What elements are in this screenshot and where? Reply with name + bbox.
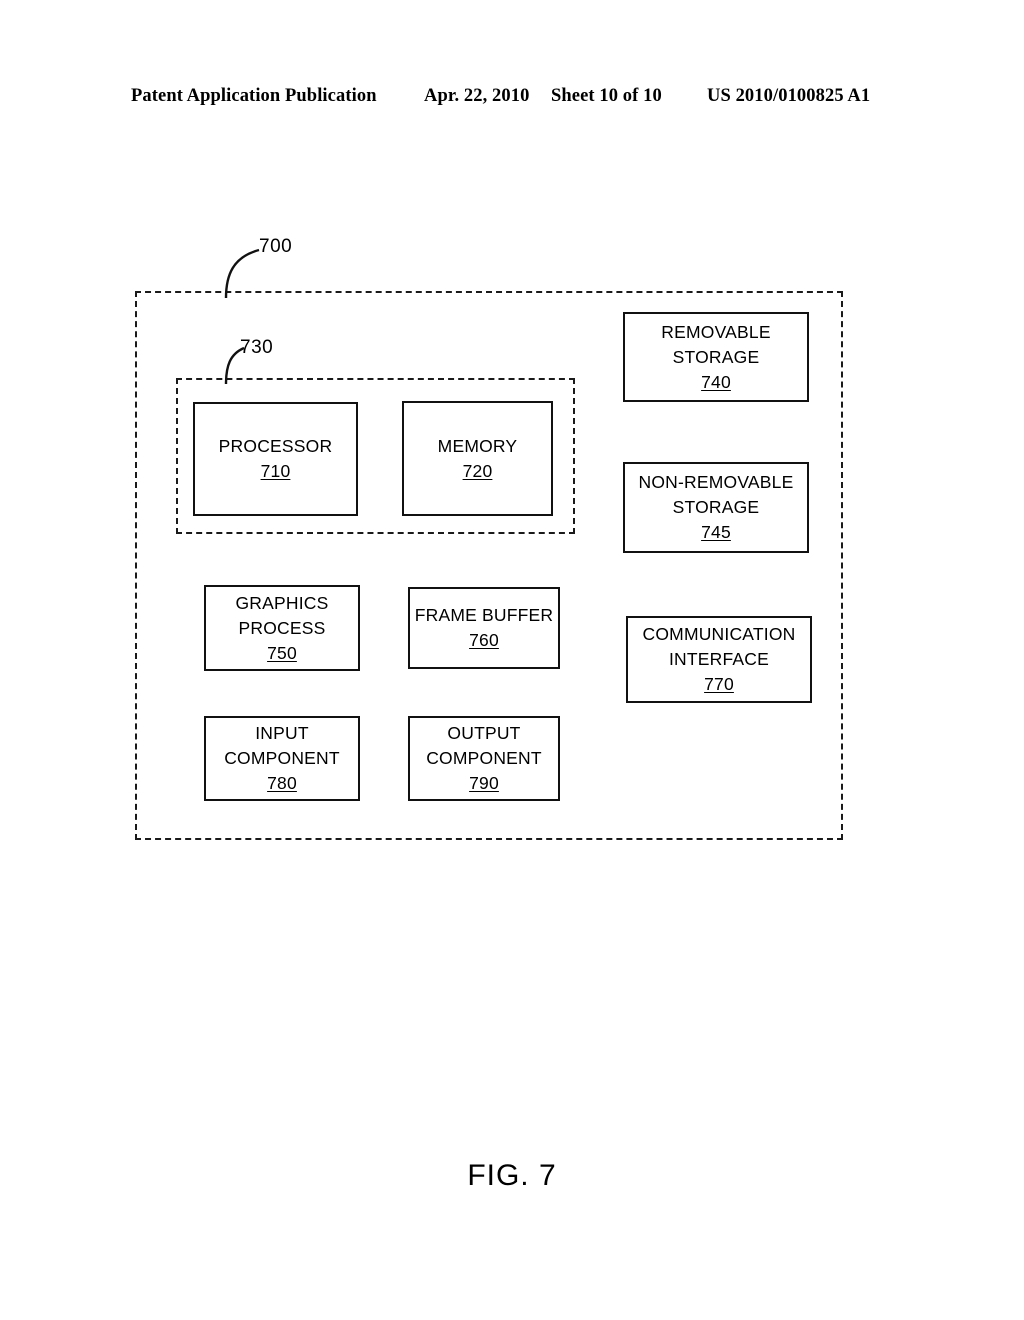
removable-storage-label-line2: STORAGE [672,346,760,367]
component-box-frame-buffer: FRAME BUFFER 760 [408,587,560,669]
component-box-processor: PROCESSOR 710 [193,402,358,516]
processor-refnum: 710 [260,461,291,481]
figure-caption: FIG. 7 [467,1159,557,1192]
graphics-process-label-line2: PROCESS [238,617,326,638]
non-removable-storage-label-line1: NON-REMOVABLE [638,472,794,492]
component-box-communication-interface: COMMUNICATION INTERFACE 770 [626,616,812,703]
output-component-label-line2: COMPONENT [426,748,542,768]
reference-label-700: 700 [259,236,293,257]
component-box-removable-storage: REMOVABLE STORAGE 740 [623,312,809,402]
output-component-refnum: 790 [469,773,499,793]
frame-buffer-refnum: 760 [469,630,499,650]
reference-label-730: 730 [240,337,274,358]
input-component-label-line1: INPUT [255,723,309,743]
communication-interface-label-line2: INTERFACE [668,649,769,669]
frame-buffer-label: FRAME BUFFER [414,605,554,625]
component-box-output-component: OUTPUT COMPONENT 790 [408,716,560,801]
processor-label: PROCESSOR [218,436,333,456]
non-removable-storage-refnum: 745 [701,522,731,542]
leader-line-700 [224,248,260,299]
component-box-input-component: INPUT COMPONENT 780 [204,716,360,801]
memory-label: MEMORY [437,435,518,456]
component-box-memory: MEMORY 720 [402,401,553,516]
component-box-graphics-process: GRAPHICS PROCESS 750 [204,585,360,671]
removable-storage-refnum: 740 [701,371,731,392]
memory-refnum: 720 [462,460,493,481]
graphics-process-label-line1: GRAPHICS [235,592,329,613]
patent-figure-7: 700 730 PROCESSOR 710 MEMORY 720 REMOVAB… [0,0,1024,1320]
non-removable-storage-label-line2: STORAGE [672,497,760,517]
output-component-label-line1: OUTPUT [447,723,521,743]
removable-storage-label-line1: REMOVABLE [661,321,771,342]
input-component-refnum: 780 [267,773,297,793]
component-box-non-removable-storage: NON-REMOVABLE STORAGE 745 [623,462,809,553]
input-component-label-line2: COMPONENT [224,748,340,768]
graphics-process-refnum: 750 [267,642,297,663]
communication-interface-label-line1: COMMUNICATION [642,624,796,644]
communication-interface-refnum: 770 [704,674,734,694]
